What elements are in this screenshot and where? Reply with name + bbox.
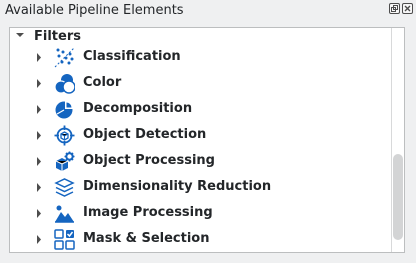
mask-selection-icon (54, 229, 75, 250)
tree-item-object-detection[interactable]: Object Detection (10, 122, 390, 148)
tree-item-label: Object Processing (83, 153, 215, 168)
chevron-right-icon[interactable] (36, 209, 42, 218)
scrollbar-thumb[interactable] (393, 154, 403, 240)
chevron-right-icon[interactable] (36, 235, 42, 244)
dimensionality-reduction-icon (54, 178, 75, 197)
tree-item-label: Mask & Selection (83, 231, 210, 246)
float-icon[interactable] (389, 3, 400, 14)
color-icon (54, 74, 75, 94)
panel-title: Available Pipeline Elements (5, 3, 184, 18)
object-detection-icon (54, 125, 75, 146)
tree-item-decomposition[interactable]: Decomposition (10, 96, 390, 122)
tree-item-label: Dimensionality Reduction (83, 179, 272, 194)
tree-item-mask-selection[interactable]: Mask & Selection (10, 226, 390, 252)
tree-item-label: Object Detection (83, 127, 207, 142)
object-processing-icon (55, 151, 75, 171)
tree-item-classification[interactable]: Classification (10, 44, 390, 70)
chevron-right-icon[interactable] (36, 131, 42, 140)
decomposition-icon (55, 100, 74, 119)
tree-item-object-processing[interactable]: Object Processing (10, 148, 390, 174)
chevron-right-icon[interactable] (36, 79, 42, 88)
tree-root-label: Filters (34, 29, 81, 44)
pipeline-elements-tree[interactable]: Filters Classification Color Decompositi… (9, 27, 405, 253)
tree-item-color[interactable]: Color (10, 70, 390, 96)
chevron-right-icon[interactable] (36, 53, 42, 62)
tree-item-label: Color (83, 75, 122, 90)
chevron-right-icon[interactable] (36, 183, 42, 192)
tree-item-label: Classification (83, 49, 181, 64)
image-processing-icon (55, 205, 74, 223)
vertical-scrollbar[interactable] (391, 28, 404, 252)
close-icon[interactable] (402, 3, 413, 14)
tree-item-image-processing[interactable]: Image Processing (10, 200, 390, 226)
classification-icon (54, 47, 75, 68)
tree-item-label: Image Processing (83, 205, 213, 220)
chevron-right-icon[interactable] (36, 157, 42, 166)
tree-item-label: Decomposition (83, 101, 193, 116)
tree-item-dimensionality-reduction[interactable]: Dimensionality Reduction (10, 174, 390, 200)
dock-titlebar[interactable]: Available Pipeline Elements (0, 0, 416, 24)
chevron-down-icon[interactable] (16, 31, 24, 39)
chevron-right-icon[interactable] (36, 105, 42, 114)
